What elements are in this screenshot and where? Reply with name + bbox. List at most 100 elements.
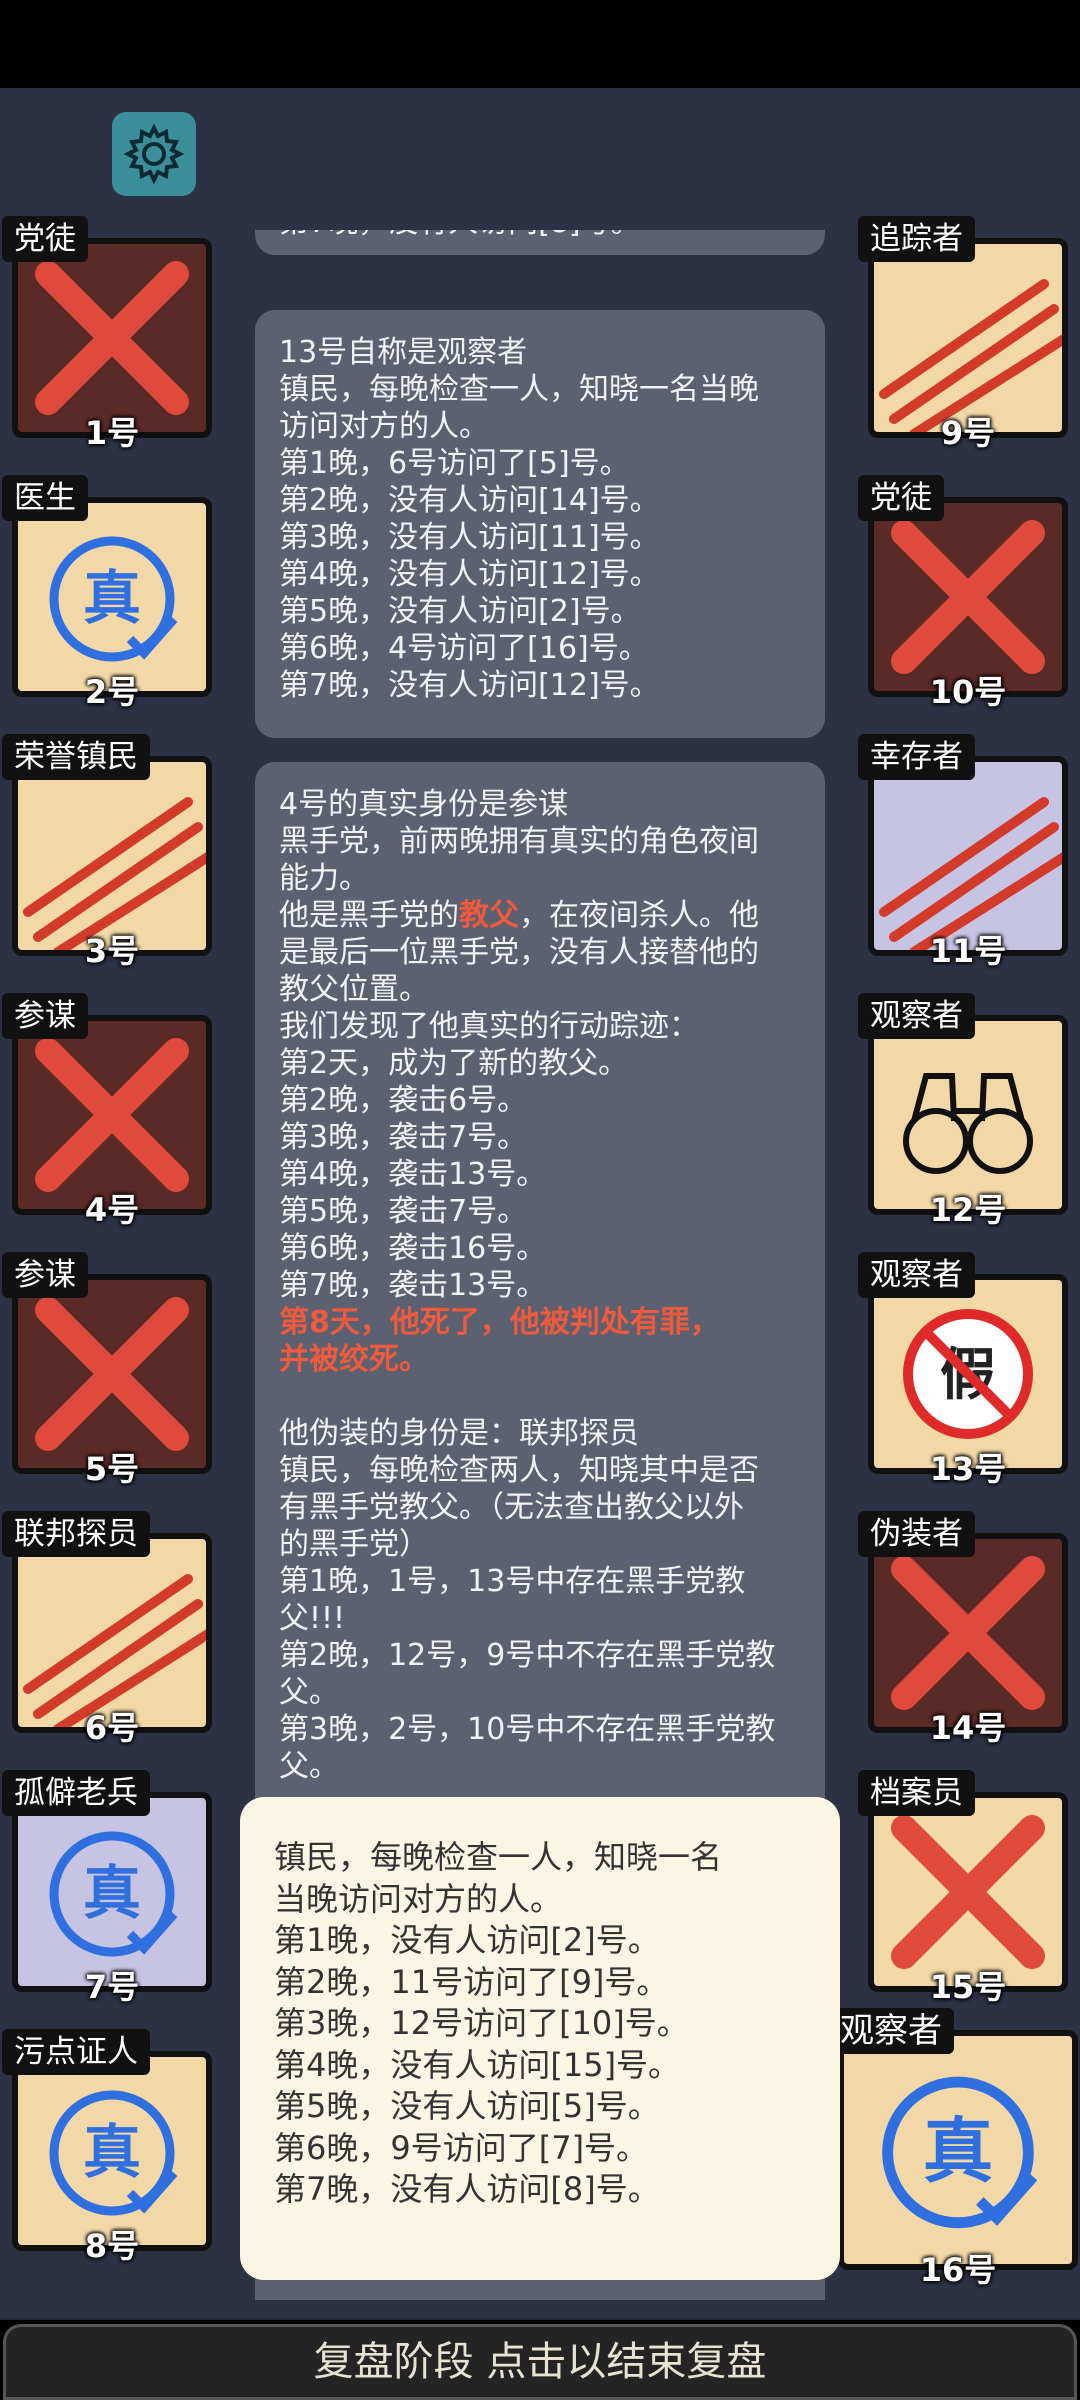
log-line: 第4晚，没有人访问[12]号。	[279, 557, 660, 592]
player-card-14[interactable]: 伪装者 14号	[858, 1511, 1068, 1747]
player-card-5[interactable]: 参谋 5号	[2, 1252, 212, 1488]
log-line: 第7晚，没有人访问[8]号。	[279, 230, 801, 241]
log-text: ，在夜间杀人。他	[519, 898, 759, 933]
log-line: 他伪装的身份是：联邦探员	[279, 1416, 639, 1451]
player-card-12[interactable]: 观察者 12号	[858, 993, 1068, 1229]
role-label: 医生	[2, 475, 88, 521]
log-entry: 第7晚，没有人访问[8]号。	[255, 230, 825, 255]
settings-button[interactable]	[112, 112, 196, 196]
player-number: 9号	[940, 414, 996, 452]
eliminated-x-icon	[891, 1556, 1045, 1710]
player-number: 2号	[84, 673, 140, 711]
log-line: 镇民，每晚检查一人，知晓一名当晚	[279, 372, 759, 407]
role-label: 档案员	[858, 1770, 975, 1816]
role-label: 党徒	[858, 475, 944, 521]
log-line: 第1晚，1号，13号中存在黑手党教	[279, 1564, 746, 1599]
log-line: 第2晚，袭击6号。	[279, 1083, 528, 1118]
player-card-8[interactable]: 真 污点证人 8号	[2, 2029, 212, 2265]
player-card-9[interactable]: 追踪者 9号	[858, 216, 1068, 452]
log-line: 有黑手党教父。（无法查出教父以外	[279, 1490, 744, 1525]
player-card-3[interactable]: 荣誉镇民 3号	[2, 734, 212, 970]
godfather-highlight: 教父	[459, 898, 519, 933]
log-line: 镇民，每晚检查两人，知晓其中是否	[279, 1453, 759, 1488]
popup-line: 第2晚，11号访问了[9]号。	[274, 1962, 669, 2001]
claw-marks-icon	[879, 797, 1062, 950]
player-card-6[interactable]: 联邦探员 6号	[2, 1511, 212, 1747]
popup-line: 第1晚，没有人访问[2]号。	[274, 1921, 660, 1959]
player-card-15[interactable]: 档案员 15号	[858, 1770, 1068, 2006]
player-card-16[interactable]: 真 观察者 16号	[828, 2008, 1078, 2289]
stamp-text: 真	[83, 2118, 141, 2186]
death-line: 第8天，他死了，他被判处有罪，	[279, 1305, 720, 1340]
popup-line: 第3晚，12号访问了[10]号。	[274, 2004, 689, 2042]
log-line: 13号自称是观察者	[279, 335, 528, 370]
role-label: 参谋	[2, 1252, 88, 1298]
log-line: 我们发现了他真实的行动踪迹：	[279, 1009, 699, 1044]
stamp-text: 真	[83, 1859, 141, 1927]
claw-marks-icon	[879, 279, 1062, 432]
log-line: 父!!!	[279, 1601, 346, 1636]
log-line: 第1晚，6号访问了[5]号。	[279, 446, 630, 481]
log-line: 的黑手党）	[279, 1527, 429, 1562]
claw-marks-icon	[23, 797, 206, 950]
log-line: 第2天，成为了新的教父。	[279, 1046, 629, 1081]
role-label: 联邦探员	[2, 1511, 150, 1557]
log-line: 父。	[279, 1675, 339, 1710]
log-line: 是最后一位黑手党，没有人接替他的	[279, 935, 759, 970]
player-card-4[interactable]: 参谋 4号	[2, 993, 212, 1229]
claw-marks-icon	[23, 1574, 206, 1727]
popup-line: 第4晚，没有人访问[15]号。	[274, 2045, 681, 2084]
role-label: 参谋	[2, 993, 88, 1039]
verified-stamp-icon: 真	[49, 2090, 178, 2216]
popup-line: 第7晚，没有人访问[8]号。	[274, 2170, 660, 2208]
log-line: 能力。	[279, 861, 369, 896]
verified-stamp-icon: 真	[49, 536, 178, 662]
end-review-button[interactable]: 复盘阶段 点击以结束复盘	[3, 2324, 1077, 2400]
log-line: 父。	[279, 1749, 339, 1784]
player-card-10[interactable]: 党徒 10号	[858, 475, 1068, 711]
player-card-1[interactable]: 党徒 1号	[2, 216, 212, 452]
log-line: 他是黑手党的教父，在夜间杀人。他	[279, 897, 801, 934]
eliminated-x-icon	[35, 261, 189, 415]
player-card-11[interactable]: 幸存者 11号	[858, 734, 1068, 970]
player-card-13[interactable]: 假 观察者 13号	[858, 1252, 1068, 1488]
log-line: 第3晚，袭击7号。	[279, 1120, 528, 1155]
player-number: 6号	[84, 1709, 140, 1747]
player-number: 8号	[84, 2227, 140, 2265]
player-number: 13号	[929, 1450, 1007, 1488]
player-number: 16号	[919, 2251, 997, 2289]
fake-stamp-icon: 假	[903, 1309, 1033, 1439]
log-line: 第7晚，袭击13号。	[279, 1268, 547, 1303]
popup-line: 当晚访问对方的人。	[274, 1879, 563, 1918]
role-label: 党徒	[2, 216, 88, 262]
log-text: 他是黑手党的	[279, 898, 459, 933]
log-entry-claim-13: 13号自称是观察者 镇民，每晚检查一人，知晓一名当晚 访问对方的人。 第1晚，6…	[255, 310, 825, 738]
player-number: 11号	[929, 932, 1007, 970]
log-line: 第5晚，没有人访问[2]号。	[279, 594, 641, 629]
eliminated-x-icon	[891, 1815, 1045, 1969]
player-card-7[interactable]: 真 孤僻老兵 7号	[2, 1770, 212, 2006]
player-portrait: 真	[838, 2030, 1078, 2270]
player-number: 14号	[929, 1709, 1007, 1747]
log-line: 4号的真实身份是参谋	[279, 787, 569, 822]
role-label: 污点证人	[2, 2029, 150, 2075]
role-label: 观察者	[858, 1252, 975, 1298]
eliminated-x-icon	[891, 520, 1045, 674]
player-ability-popup[interactable]: 镇民，每晚检查一人，知晓一名 当晚访问对方的人。 第1晚，没有人访问[2]号。 …	[240, 1797, 840, 2280]
player-card-2[interactable]: 真 医生 2号	[2, 475, 212, 711]
role-label: 孤僻老兵	[2, 1770, 150, 1816]
log-line: 黑手党，前两晚拥有真实的角色夜间	[279, 824, 759, 859]
death-line: 并被绞死。	[279, 1342, 429, 1377]
popup-line: 镇民，每晚检查一人，知晓一名	[274, 1838, 723, 1876]
player-number: 4号	[84, 1191, 140, 1229]
popup-line: 第5晚，没有人访问[5]号。	[274, 2087, 660, 2125]
role-label: 观察者	[828, 2008, 954, 2054]
player-number: 1号	[84, 414, 140, 452]
role-label: 追踪者	[858, 216, 975, 262]
log-line: 第4晚，袭击13号。	[279, 1157, 547, 1192]
eliminated-x-icon	[35, 1297, 189, 1451]
log-line: 第3晚，2号，10号中不存在黑手党教	[279, 1712, 776, 1747]
player-number: 15号	[929, 1968, 1007, 2006]
role-label: 伪装者	[858, 1511, 975, 1557]
